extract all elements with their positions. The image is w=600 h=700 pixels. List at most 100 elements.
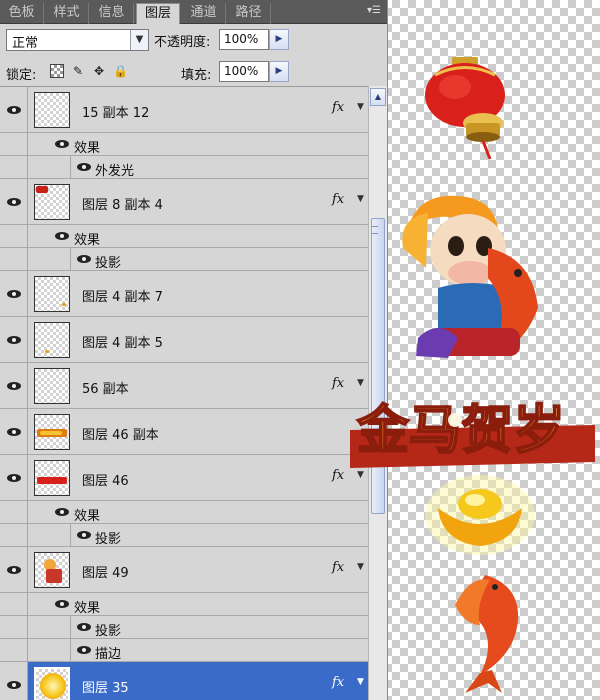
eye-icon[interactable]: [77, 255, 91, 263]
layer-row[interactable]: 图层 8 副本 4 fx ▼: [0, 179, 368, 225]
panel-menu-icon[interactable]: ▾☰: [366, 4, 382, 18]
eye-icon: [6, 427, 21, 436]
fx-icon[interactable]: fx: [332, 192, 344, 207]
eye-icon: [6, 680, 21, 689]
opacity-slider-button[interactable]: ▶: [269, 29, 289, 50]
lock-move-icon[interactable]: ✥: [92, 64, 106, 78]
visibility-cell: [0, 639, 28, 661]
fill-slider-button[interactable]: ▶: [269, 61, 289, 82]
eye-icon: [6, 565, 21, 574]
visibility-toggle[interactable]: [0, 363, 28, 408]
scroll-grip: [372, 226, 378, 234]
eye-icon[interactable]: [77, 623, 91, 631]
fx-icon[interactable]: fx: [332, 560, 344, 575]
fill-input[interactable]: 100%: [219, 61, 269, 82]
effects-row[interactable]: 效果: [0, 501, 368, 524]
thumbnail-content: [62, 303, 66, 306]
lock-transparency-icon[interactable]: [50, 64, 64, 78]
visibility-toggle[interactable]: [0, 409, 28, 454]
layer-row-selected[interactable]: 图层 35 fx ▼: [0, 662, 368, 700]
layer-name: 图层 4 副本 5: [82, 336, 163, 351]
layer-name: 图层 46: [82, 474, 129, 489]
chevron-down-icon[interactable]: ▼: [357, 102, 364, 112]
layer-thumbnail: [34, 368, 70, 404]
visibility-toggle[interactable]: [0, 455, 28, 500]
layer-row[interactable]: 图层 4 副本 7: [0, 271, 368, 317]
eye-icon[interactable]: [77, 531, 91, 539]
effects-row[interactable]: 效果: [0, 593, 368, 616]
lock-label: 锁定:: [6, 68, 37, 83]
blend-mode-value: 正常: [12, 36, 39, 51]
layer-row[interactable]: 图层 46 副本: [0, 409, 368, 455]
visibility-toggle[interactable]: [0, 87, 28, 132]
chevron-down-icon[interactable]: ▼: [357, 194, 364, 204]
effect-row[interactable]: 投影: [0, 248, 368, 271]
layer-row[interactable]: 图层 46 fx ▼: [0, 455, 368, 501]
layer-row[interactable]: 56 副本 fx ▼: [0, 363, 368, 409]
effects-label: 效果: [74, 233, 101, 248]
visibility-toggle[interactable]: [0, 179, 28, 224]
blend-mode-select[interactable]: 正常 ▼: [6, 29, 149, 51]
fx-icon[interactable]: fx: [332, 675, 344, 690]
visibility-toggle[interactable]: [0, 662, 28, 700]
tab-channels[interactable]: 通道: [182, 3, 226, 24]
layer-list: 15 副本 12 fx ▼ 效果 外发光 图层 8 副本 4 fx ▼ 效果 投…: [0, 86, 368, 700]
tab-layers[interactable]: 图层: [136, 3, 180, 24]
layer-row[interactable]: 图层 49 fx ▼: [0, 547, 368, 593]
eye-icon[interactable]: [55, 140, 69, 148]
visibility-toggle[interactable]: [0, 271, 28, 316]
visibility-toggle[interactable]: [0, 547, 28, 592]
chevron-down-icon[interactable]: ▼: [130, 30, 148, 50]
layer-name: 56 副本: [82, 382, 129, 397]
koi-fish-image: [455, 575, 519, 693]
opacity-input[interactable]: 100%: [219, 29, 269, 50]
eye-icon[interactable]: [55, 508, 69, 516]
visibility-cell: [0, 225, 28, 247]
visibility-cell: [0, 501, 28, 523]
effect-row[interactable]: 外发光: [0, 156, 368, 179]
scroll-up-icon[interactable]: ▲: [370, 88, 386, 106]
eye-icon[interactable]: [77, 646, 91, 654]
thumbnail-content: [40, 673, 66, 699]
eye-icon[interactable]: [55, 232, 69, 240]
eye-icon[interactable]: [55, 600, 69, 608]
opacity-label: 不透明度:: [154, 35, 211, 50]
layer-name: 图层 8 副本 4: [82, 198, 163, 213]
visibility-toggle[interactable]: [0, 317, 28, 362]
effects-row[interactable]: 效果: [0, 225, 368, 248]
eye-icon: [6, 105, 21, 114]
divider: [70, 616, 71, 638]
fx-icon[interactable]: fx: [332, 100, 344, 115]
thumbnail-content: [46, 569, 62, 583]
chevron-down-icon[interactable]: ▼: [357, 562, 364, 572]
layer-thumbnail: [34, 552, 70, 588]
banner-text-image: 金马贺岁: [350, 400, 595, 468]
effect-row[interactable]: 投影: [0, 616, 368, 639]
effect-label: 描边: [95, 647, 122, 662]
effect-label: 投影: [95, 624, 122, 639]
divider: [70, 524, 71, 546]
tab-swatches[interactable]: 色板: [0, 3, 44, 24]
effect-row[interactable]: 描边: [0, 639, 368, 662]
layer-row[interactable]: 15 副本 12 fx ▼: [0, 87, 368, 133]
eye-icon: [6, 381, 21, 390]
tab-styles[interactable]: 样式: [45, 3, 89, 24]
layer-thumbnail: [34, 460, 70, 496]
chevron-down-icon[interactable]: ▼: [357, 677, 364, 687]
effect-row[interactable]: 投影: [0, 524, 368, 547]
eye-icon[interactable]: [77, 163, 91, 171]
divider: [70, 639, 71, 661]
horse-mascot-image: [402, 195, 538, 358]
layer-thumbnail: [34, 414, 70, 450]
fx-icon[interactable]: fx: [332, 376, 344, 391]
eye-icon: [6, 289, 21, 298]
panel-tab-bar: 色板 样式 信息 图层 通道 路径 ▾☰: [0, 0, 387, 24]
fx-icon[interactable]: fx: [332, 468, 344, 483]
lock-brush-icon[interactable]: ✎: [71, 64, 85, 78]
tab-info[interactable]: 信息: [90, 3, 134, 24]
lock-all-icon[interactable]: 🔒: [113, 64, 128, 78]
effects-row[interactable]: 效果: [0, 133, 368, 156]
eye-icon: [6, 473, 21, 482]
tab-paths[interactable]: 路径: [227, 3, 271, 24]
layer-row[interactable]: 图层 4 副本 5: [0, 317, 368, 363]
